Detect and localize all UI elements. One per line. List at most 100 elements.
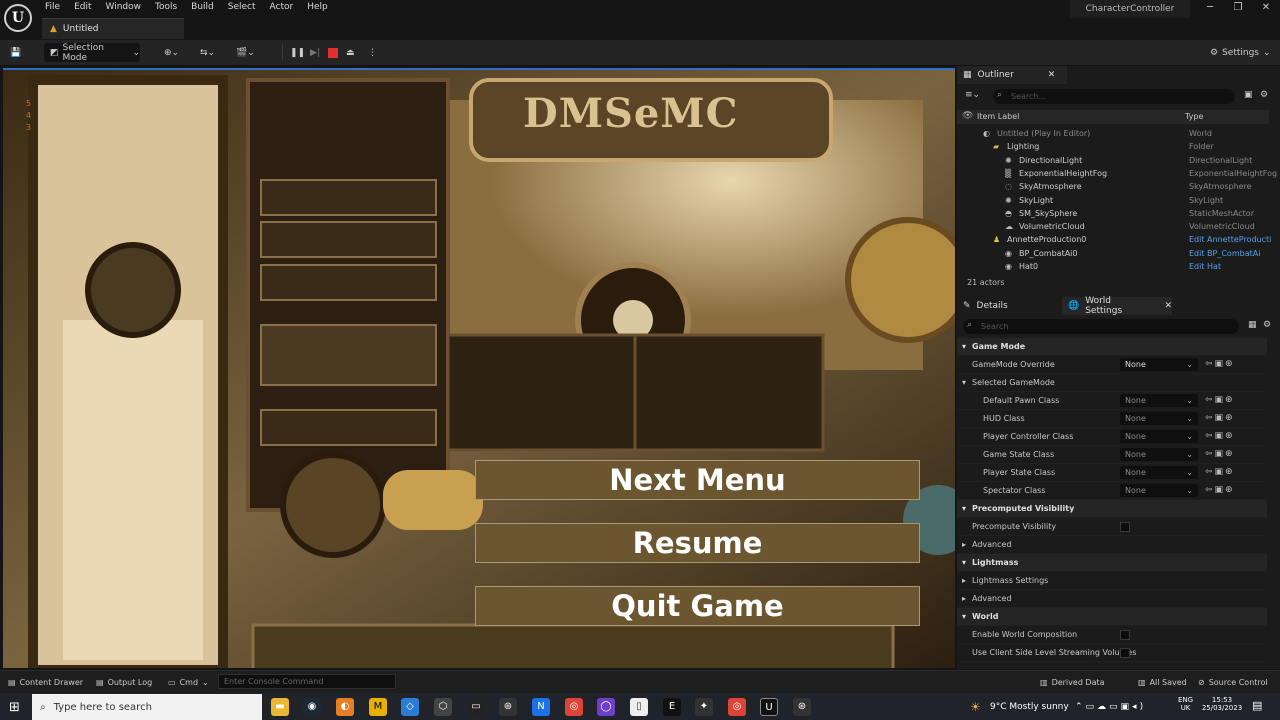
cmd-dropdown[interactable]: ▭ Cmd ⌄ — [168, 675, 209, 689]
class-dropdown[interactable]: None ⌄ — [1120, 466, 1198, 479]
chevron-right-icon[interactable]: ▸ — [962, 594, 966, 603]
output-log-button[interactable]: ▤ Output Log — [96, 675, 152, 689]
close-tab-icon[interactable]: ✕ — [1048, 70, 1056, 80]
class-dropdown[interactable]: None ⌄ — [1120, 430, 1198, 443]
menu-help[interactable]: Help — [300, 0, 335, 16]
chevron-down-icon[interactable]: ▾ — [962, 612, 966, 621]
details-property-row[interactable]: ▸ Advanced — [957, 590, 1267, 608]
add-actor-icon[interactable]: ⊕⌄ — [164, 44, 179, 62]
quit-game-button[interactable]: Quit Game — [475, 586, 920, 626]
clock[interactable]: 15:53 25/03/2023 — [1200, 696, 1244, 712]
obs-icon[interactable]: ⊛ — [499, 698, 517, 716]
class-dropdown[interactable]: None ⌄ — [1120, 412, 1198, 425]
notes-icon[interactable]: N — [532, 698, 550, 716]
property-actions-icon[interactable]: ⇦▣⊕ — [1205, 395, 1235, 405]
outliner-row[interactable]: ✺ SkyLight SkyLight — [957, 194, 1269, 207]
chevron-right-icon[interactable]: ▸ — [962, 540, 966, 549]
chrome-icon[interactable]: ◎ — [728, 698, 746, 716]
class-dropdown[interactable]: None ⌄ — [1120, 394, 1198, 407]
windows-start-icon[interactable]: ⊞ — [9, 700, 20, 715]
chrome-icon[interactable]: ◎ — [565, 698, 583, 716]
property-checkbox[interactable] — [1120, 522, 1130, 532]
details-category[interactable]: ▾ Lightmass — [957, 554, 1267, 572]
blueprint-icon[interactable]: ⇆⌄ — [200, 44, 215, 62]
save-icon[interactable]: 💾 — [10, 44, 21, 62]
pause-icon[interactable]: ❚❚ — [290, 44, 305, 62]
outliner-row[interactable]: ◉ BP_CombatAi0 Edit BP_CombatAi — [957, 247, 1269, 260]
all-saved-button[interactable]: ▥ All Saved — [1138, 675, 1187, 689]
property-actions-icon[interactable]: ⇦▣⊕ — [1205, 359, 1235, 369]
document-icon[interactable]: ▯ — [630, 698, 648, 716]
outliner-tab[interactable]: ▦ Outliner ✕ — [957, 66, 1067, 84]
menu-edit[interactable]: Edit — [67, 0, 98, 16]
eject-icon[interactable]: ⏏ — [346, 44, 355, 62]
property-checkbox[interactable] — [1120, 630, 1130, 640]
selection-mode-dropdown[interactable]: ◩ Selection Mode ⌄ — [44, 43, 140, 63]
menu-select[interactable]: Select — [221, 0, 263, 16]
item-label-header[interactable]: Item Label — [977, 112, 1019, 121]
visibility-icon[interactable]: 👁 — [962, 111, 973, 121]
property-checkbox[interactable] — [1120, 648, 1130, 658]
settings-button[interactable]: ⚙ Settings ⌄ — [1210, 44, 1271, 62]
unreal-logo-icon[interactable]: U — [4, 4, 32, 32]
derived-data-button[interactable]: ▥ Derived Data — [1040, 675, 1105, 689]
terminal-icon[interactable]: ▭ — [467, 698, 485, 716]
maximize-icon[interactable]: ❐ — [1226, 2, 1250, 18]
marmoset-icon[interactable]: M — [369, 698, 387, 716]
outliner-row[interactable]: ◌ SkyAtmosphere SkyAtmosphere — [957, 180, 1269, 193]
outliner-row[interactable]: ✺ DirectionalLight DirectionalLight — [957, 154, 1269, 167]
menu-tools[interactable]: Tools — [148, 0, 184, 16]
edit-blueprint-link[interactable]: Edit BP_CombatAi — [1189, 249, 1260, 258]
details-property-row[interactable]: ▸ Advanced — [957, 536, 1267, 554]
chevron-down-icon[interactable]: ▾ — [962, 378, 966, 387]
outliner-row[interactable]: ◉ Hat0 Edit Hat — [957, 260, 1269, 273]
filter-icon[interactable]: ≡⌄ — [965, 90, 980, 100]
language-indicator[interactable]: ENG UK — [1178, 696, 1193, 712]
property-actions-icon[interactable]: ⇦▣⊕ — [1205, 431, 1235, 441]
property-actions-icon[interactable]: ⇦▣⊕ — [1205, 413, 1235, 423]
obs-icon[interactable]: ⊛ — [793, 698, 811, 716]
step-icon[interactable]: ▶| — [310, 44, 320, 62]
class-dropdown[interactable]: None ⌄ — [1120, 448, 1198, 461]
weather-text[interactable]: 9°C Mostly sunny — [990, 702, 1069, 712]
details-property-row[interactable]: ▾ Selected GameMode — [957, 374, 1267, 392]
chevron-down-icon[interactable]: ▾ — [962, 558, 966, 567]
world-settings-tab[interactable]: 🌐 World Settings ✕ — [1062, 296, 1172, 316]
minimize-icon[interactable]: ─ — [1198, 2, 1222, 18]
gear-icon[interactable]: ⚙ — [1260, 90, 1268, 100]
level-tab[interactable]: ▲ Untitled — [42, 18, 184, 39]
chevron-down-icon[interactable]: ▾ — [962, 504, 966, 513]
edit-blueprint-link[interactable]: Edit Hat — [1189, 262, 1221, 271]
resume-button[interactable]: Resume — [475, 523, 920, 563]
outliner-row[interactable]: ◓ SM_SkySphere StaticMeshActor — [957, 207, 1269, 220]
outliner-row[interactable]: ◐ Untitled (Play In Editor) World — [957, 127, 1269, 140]
type-header[interactable]: Type — [1185, 112, 1203, 121]
class-dropdown[interactable]: None ⌄ — [1120, 484, 1198, 497]
file-explorer-icon[interactable]: ▬ — [271, 698, 289, 716]
taskbar-search-box[interactable]: ⌕ Type here to search — [32, 694, 262, 720]
blender-icon[interactable]: ◐ — [336, 698, 354, 716]
github-icon[interactable]: ◯ — [597, 698, 615, 716]
epic-games-icon[interactable]: E — [663, 698, 681, 716]
grid-view-icon[interactable]: ▦ — [1248, 320, 1257, 330]
outliner-search-input[interactable]: Search... — [993, 89, 1235, 104]
unity-icon[interactable]: ⬡ — [434, 698, 452, 716]
edit-blueprint-link[interactable]: Edit AnnetteProducti — [1189, 235, 1271, 244]
source-control-button[interactable]: ⊘ Source Control — [1198, 675, 1268, 689]
stop-icon[interactable] — [328, 44, 338, 62]
unreal-editor-icon[interactable]: U — [760, 698, 778, 716]
more-options-icon[interactable]: ⋮ — [368, 44, 377, 62]
details-category[interactable]: ▾ Game Mode — [957, 338, 1267, 356]
game-viewport[interactable]: DMSeMC Next Menu Resume Quit Game — [3, 68, 955, 668]
menu-actor[interactable]: Actor — [263, 0, 301, 16]
steam-icon[interactable]: ◉ — [303, 698, 321, 716]
class-dropdown[interactable]: None ⌄ — [1120, 358, 1198, 371]
notifications-icon[interactable]: ▤ — [1252, 699, 1262, 712]
outliner-row[interactable]: ♟ AnnetteProduction0 Edit AnnetteProducti — [957, 233, 1271, 246]
cinematics-icon[interactable]: 🎬⌄ — [236, 44, 255, 62]
close-tab-icon[interactable]: ✕ — [1164, 301, 1172, 311]
chevron-down-icon[interactable]: ▾ — [962, 342, 966, 351]
details-tab[interactable]: ✎ Details — [957, 297, 1057, 315]
details-property-row[interactable]: ▸ Lightmass Settings — [957, 572, 1267, 590]
console-command-input[interactable]: Enter Console Command — [218, 674, 396, 689]
